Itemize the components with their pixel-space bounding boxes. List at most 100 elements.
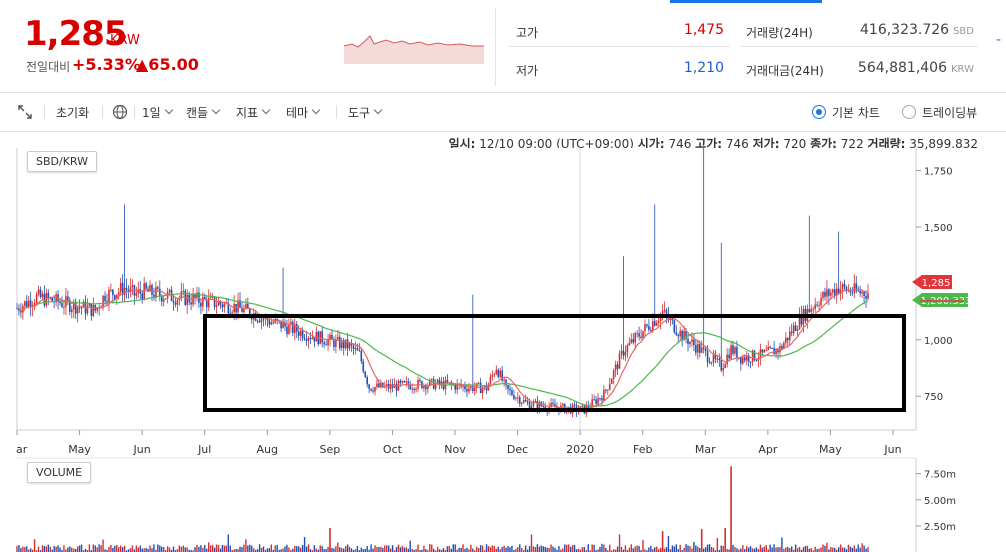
volume-bar (534, 547, 537, 552)
volume-bar (180, 546, 183, 552)
candle-body (92, 304, 95, 316)
candle-body (763, 350, 766, 353)
volume-bar (665, 547, 668, 552)
candle-body (736, 347, 738, 359)
candle-body (309, 338, 312, 340)
candle-body (25, 301, 28, 307)
volume-bar (22, 546, 24, 552)
volume-bar (601, 543, 603, 552)
reset-button[interactable]: 초기화 (56, 93, 89, 131)
candle-body (612, 370, 615, 380)
expand-button[interactable] (18, 93, 32, 131)
candle-body (691, 339, 693, 342)
volume-tick-label: 5.00m (924, 496, 956, 507)
candle-body (24, 301, 26, 307)
volume-bar (251, 545, 253, 552)
change-percent: +5.33% (72, 55, 141, 74)
volume-bar (849, 546, 852, 552)
volume-bar (671, 545, 674, 552)
candle-label: 캔들 (186, 105, 209, 120)
header-divider (495, 8, 496, 86)
basic-chart-radio[interactable]: 기본 차트 (812, 93, 880, 131)
candle-body (597, 398, 599, 404)
volume-bar (806, 545, 809, 552)
candle-body (646, 324, 648, 326)
candle-body (785, 337, 787, 344)
candle-body (755, 360, 758, 362)
candle-body (454, 384, 457, 390)
volume-24h-label: 거래량(24H) (746, 26, 813, 40)
timezone-button[interactable] (112, 93, 128, 131)
candle-body (526, 401, 529, 403)
price-chart[interactable]: 1,7501,5001,2501,000750 1,285 1,200.333 … (0, 132, 1006, 552)
candle-body (524, 400, 527, 402)
candle-body (652, 321, 654, 331)
candle-body (164, 298, 167, 300)
volume-bar (184, 547, 186, 552)
period-dropdown[interactable]: 1일 (142, 93, 173, 131)
tools-dropdown[interactable]: 도구 (348, 93, 383, 131)
volume-bar (112, 547, 114, 552)
candle-body (765, 350, 768, 352)
candle-body (159, 288, 161, 296)
candle-body (489, 376, 492, 385)
volume-bar (661, 531, 664, 552)
toolbar-divider (336, 105, 337, 119)
volume-bar (168, 547, 171, 552)
globe-icon (112, 104, 128, 120)
volume-bar (497, 546, 499, 552)
volume-bar (542, 546, 544, 552)
volume-bar (73, 548, 75, 552)
volume-bar (299, 547, 302, 552)
volume-bar (282, 548, 284, 552)
candle-body (861, 291, 863, 294)
candle-body (151, 285, 153, 295)
volume-bar (57, 545, 59, 552)
candle-body (282, 322, 284, 329)
volume-bar (41, 545, 44, 552)
candle-body (822, 291, 824, 298)
volume-bar (587, 544, 589, 552)
volume-bar (814, 546, 816, 552)
theme-dropdown[interactable]: 테마 (286, 93, 321, 131)
volume-bar (853, 545, 856, 552)
volume-bar (186, 547, 188, 552)
volume-bar (667, 536, 670, 552)
candle-body (863, 291, 865, 296)
chart-toolbar: 초기화 1일 캔들 지표 테마 도구 기본 차트 트레이딩뷰 (0, 92, 1006, 132)
candle-body (542, 406, 545, 408)
volume-bar (59, 547, 61, 552)
candle-body (256, 320, 259, 322)
volume-bar (384, 545, 386, 552)
volume-bar (100, 545, 102, 552)
candle-body (473, 387, 476, 391)
candle-body (826, 289, 828, 297)
volume-bar (763, 546, 766, 552)
tradingview-radio[interactable]: 트레이딩뷰 (902, 93, 977, 131)
candle-body (812, 308, 815, 310)
candle-dropdown[interactable]: 캔들 (186, 93, 221, 131)
chart-area[interactable]: 일시: 12/10 09:00 (UTC+09:00) 시가: 746 고가: … (0, 132, 1006, 552)
volume-bar (329, 527, 331, 552)
candle-body (607, 389, 609, 391)
volume-bar (867, 547, 869, 552)
volume-bar (215, 544, 218, 552)
volume-bar (63, 545, 65, 552)
indicator-dropdown[interactable]: 지표 (236, 93, 271, 131)
candle-body (221, 304, 224, 308)
volume-bar (29, 548, 32, 552)
sparkline-chart (344, 35, 484, 64)
candle-body (595, 399, 597, 404)
candle-body (601, 398, 603, 401)
volume-bar (710, 546, 713, 552)
volume-bar (380, 546, 382, 552)
volume-bar (319, 545, 321, 552)
volume-bar (530, 534, 533, 552)
volume-bar (503, 545, 505, 552)
candle-body (135, 293, 138, 296)
volume-bar (481, 545, 484, 552)
candle-body (162, 299, 165, 302)
candle-body (740, 357, 742, 364)
volume-bar (389, 548, 392, 552)
chevron-down-icon (261, 105, 271, 115)
